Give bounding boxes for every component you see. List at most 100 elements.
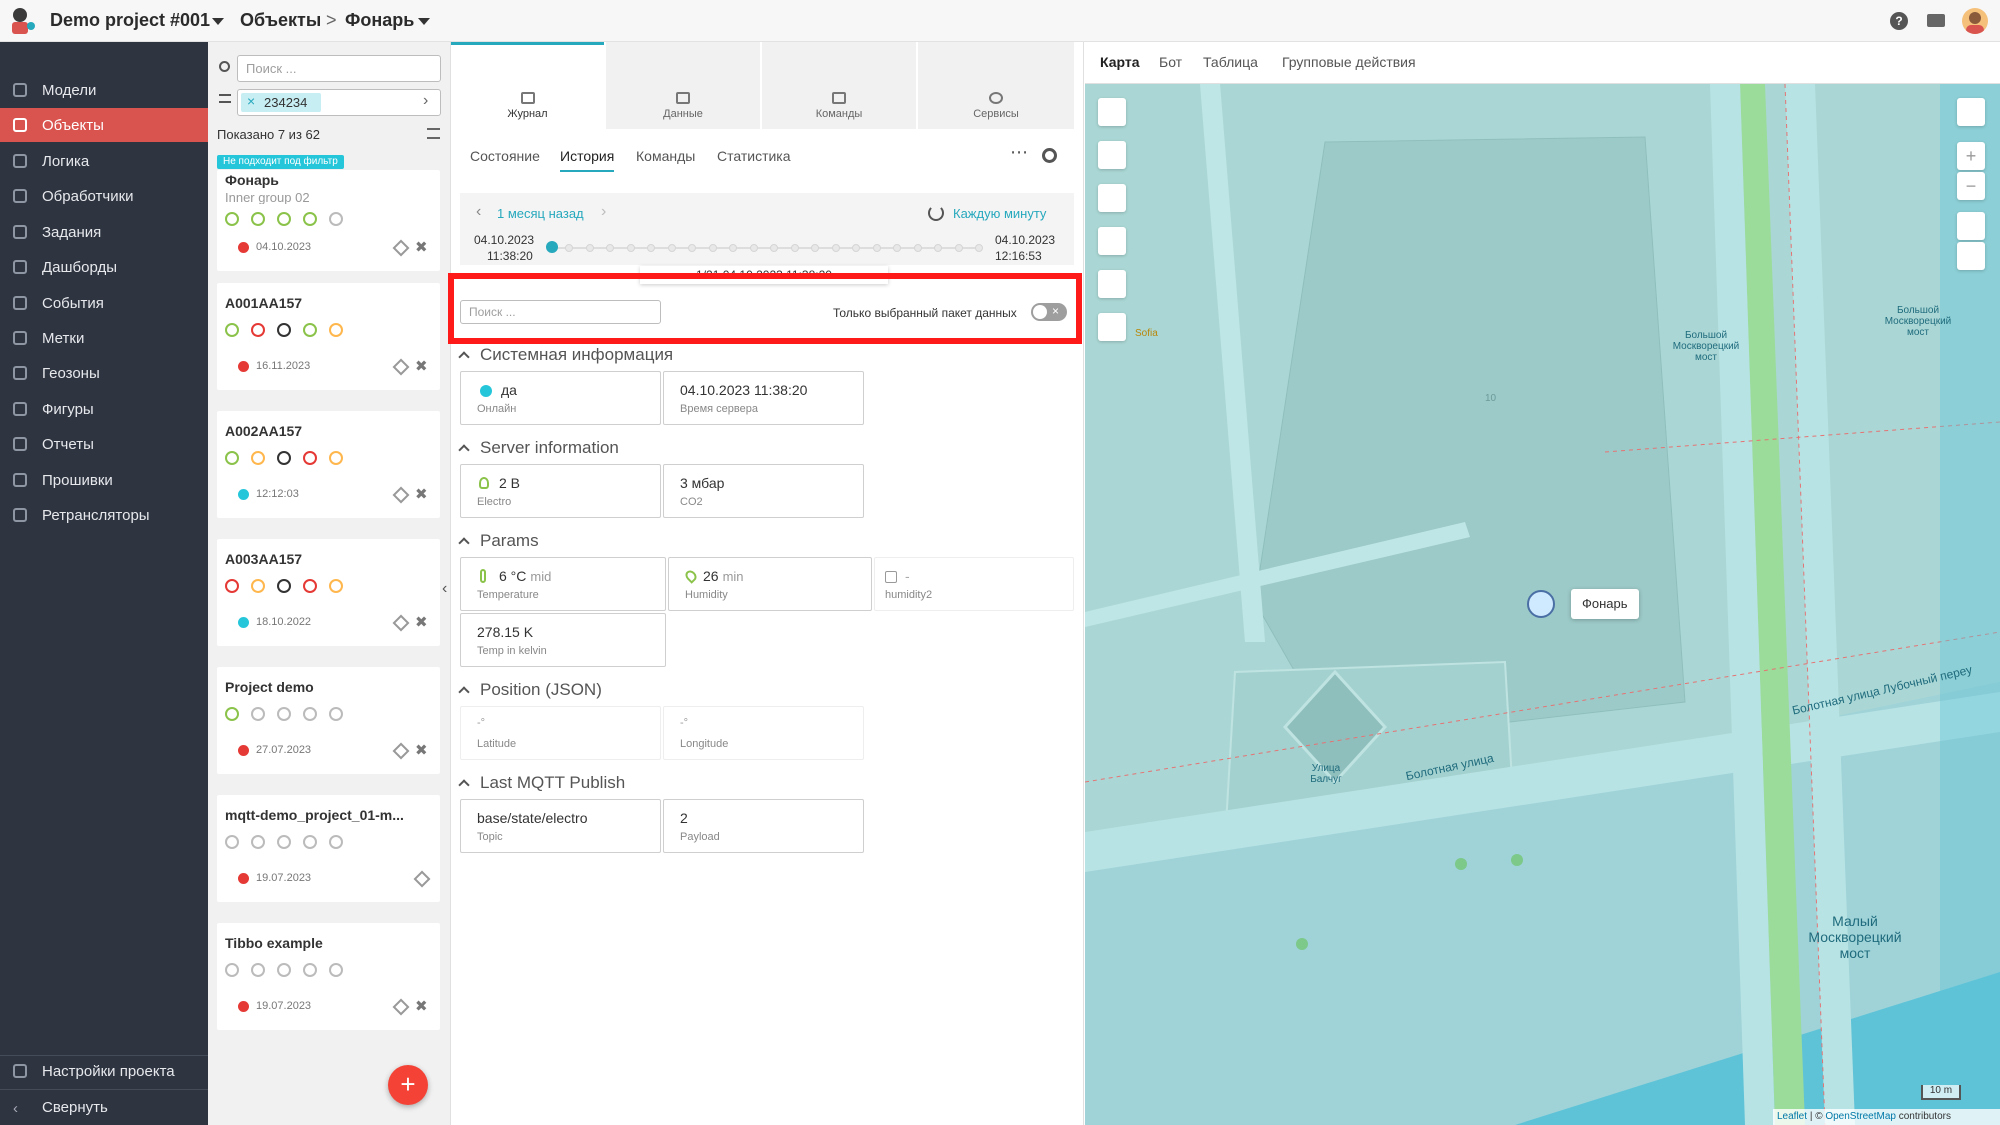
diamond-icon[interactable]	[392, 239, 410, 257]
map-layers-icon[interactable]	[1098, 141, 1126, 169]
timeline-point[interactable]	[667, 244, 676, 252]
sidebar-collapse[interactable]: ‹ Свернуть	[0, 1090, 208, 1124]
sidebar-item-10[interactable]: Отчеты	[0, 427, 208, 461]
zoom-in-button[interactable]: +	[1957, 142, 1985, 170]
prev-period-icon[interactable]: ‹	[476, 203, 481, 221]
timeline-point[interactable]	[585, 244, 594, 252]
checkbox-icon[interactable]	[885, 571, 897, 583]
user-location-icon[interactable]	[1098, 227, 1126, 255]
refresh-interval[interactable]: Каждую минуту	[953, 206, 1046, 221]
object-marker[interactable]	[1527, 590, 1555, 618]
timeline-point[interactable]	[913, 244, 922, 252]
map-pin-tool-icon[interactable]	[1957, 98, 1985, 126]
timeline-point[interactable]	[688, 244, 696, 252]
subtab-history[interactable]: История	[560, 148, 615, 172]
globe-icon[interactable]	[1957, 212, 1985, 240]
object-card[interactable]: A001AA157 16.11.2023 ✖	[217, 283, 440, 390]
add-object-button[interactable]: +	[388, 1065, 428, 1105]
list-settings-icon[interactable]	[427, 128, 440, 139]
diamond-icon[interactable]	[392, 998, 410, 1016]
tab-data[interactable]: Данные	[606, 42, 760, 129]
sidebar-item-6[interactable]: События	[0, 286, 208, 320]
sidebar-item-11[interactable]: Прошивки	[0, 463, 208, 497]
sidebar-item-8[interactable]: Геозоны	[0, 356, 208, 390]
section-server-info[interactable]: Server information	[458, 438, 619, 458]
ruler-icon[interactable]	[1098, 184, 1126, 212]
timeline-point[interactable]	[831, 244, 840, 252]
tab-journal[interactable]: Журнал	[451, 42, 604, 129]
sidebar-item-2[interactable]: Логика	[0, 144, 208, 178]
object-card[interactable]: A002AA157 12:12:03 ✖	[217, 411, 440, 518]
expand-icon[interactable]: ✖	[415, 485, 428, 503]
expand-icon[interactable]: ✖	[415, 613, 428, 631]
more-icon[interactable]: ⋯	[1010, 142, 1028, 163]
tab-group-actions[interactable]: Групповые действия	[1282, 54, 1416, 70]
sidebar-item-0[interactable]: Модели	[0, 73, 208, 107]
section-mqtt[interactable]: Last MQTT Publish	[458, 773, 625, 793]
timeline-point[interactable]	[811, 244, 819, 252]
leaflet-link[interactable]: Leaflet	[1777, 1111, 1807, 1122]
tab-services[interactable]: Сервисы	[918, 42, 1074, 129]
zoom-out-button[interactable]: −	[1957, 172, 1985, 200]
section-system-info[interactable]: Системная информация	[458, 345, 673, 365]
route-icon[interactable]	[1098, 313, 1126, 341]
project-dropdown-icon[interactable]	[212, 18, 224, 25]
timeline-handle[interactable]	[546, 241, 558, 253]
sidebar-item-5[interactable]: Дашборды	[0, 250, 208, 284]
breadcrumb-object[interactable]: Фонарь	[345, 10, 414, 31]
book-icon[interactable]	[1957, 242, 1985, 270]
timeline-point[interactable]	[749, 244, 758, 252]
filter-input[interactable]: × 234234 ›	[237, 89, 441, 116]
expand-icon[interactable]: ✖	[415, 997, 428, 1015]
crosshair-icon[interactable]	[1098, 270, 1126, 298]
sidebar-item-1[interactable]: Объекты	[0, 108, 208, 142]
diamond-icon[interactable]	[392, 742, 410, 760]
section-position[interactable]: Position (JSON)	[458, 680, 602, 700]
timeline-point[interactable]	[708, 244, 717, 252]
timeline-point[interactable]	[893, 244, 901, 252]
object-card[interactable]: mqtt-demo_project_01-m... 19.07.2023	[217, 795, 440, 902]
object-card[interactable]: Фонарь Inner group 02 04.10.2023 ✖	[217, 170, 440, 271]
map-view[interactable]	[1085, 42, 2000, 1125]
diamond-icon[interactable]	[392, 358, 410, 376]
app-logo-icon[interactable]	[8, 6, 36, 36]
subtab-commands[interactable]: Команды	[636, 148, 695, 164]
tab-map[interactable]: Карта	[1100, 54, 1140, 70]
help-icon[interactable]: ?	[1890, 12, 1908, 30]
expand-icon[interactable]: ✖	[415, 357, 428, 375]
filter-icon[interactable]	[219, 94, 231, 103]
sidebar-item-9[interactable]: Фигуры	[0, 392, 208, 426]
expand-icon[interactable]: ✖	[415, 741, 428, 759]
sidebar-item-7[interactable]: Метки	[0, 321, 208, 355]
timeline-point[interactable]	[606, 244, 614, 252]
next-period-icon[interactable]: ›	[601, 203, 606, 221]
period-label[interactable]: 1 месяц назад	[497, 206, 584, 221]
timeline-point[interactable]	[934, 244, 942, 252]
sidebar-item-12[interactable]: Ретрансляторы	[0, 498, 208, 532]
breadcrumb-section[interactable]: Объекты	[240, 10, 321, 31]
timeline-point[interactable]	[770, 244, 778, 252]
objects-search-input[interactable]: Поиск ...	[237, 55, 441, 82]
collapse-panel-icon[interactable]: ‹	[442, 580, 447, 598]
project-name[interactable]: Demo project #001	[50, 10, 210, 31]
object-card[interactable]: A003AA157 18.10.2022 ✖	[217, 539, 440, 646]
marker-label[interactable]: Фонарь	[1571, 589, 1639, 619]
subtab-statistics[interactable]: Статистика	[717, 148, 791, 164]
timeline-point[interactable]	[790, 244, 799, 252]
gear-icon[interactable]	[1042, 148, 1057, 163]
sidebar-item-3[interactable]: Обработчики	[0, 179, 208, 213]
sidebar-item-4[interactable]: Задания	[0, 215, 208, 249]
timeline-point[interactable]	[729, 244, 737, 252]
timeline-point[interactable]	[626, 244, 635, 252]
timeline-point[interactable]	[565, 244, 573, 252]
section-params[interactable]: Params	[458, 531, 539, 551]
diamond-icon[interactable]	[392, 614, 410, 632]
map-search-icon[interactable]	[1098, 98, 1126, 126]
sidebar-item-project-settings[interactable]: Настройки проекта	[0, 1054, 208, 1088]
timeline-point[interactable]	[852, 244, 860, 252]
diamond-icon[interactable]	[392, 486, 410, 504]
tab-bot[interactable]: Бот	[1159, 54, 1182, 70]
diamond-icon[interactable]	[413, 870, 431, 888]
remove-filter-icon[interactable]: ×	[247, 93, 255, 109]
timeline-point[interactable]	[872, 244, 881, 252]
